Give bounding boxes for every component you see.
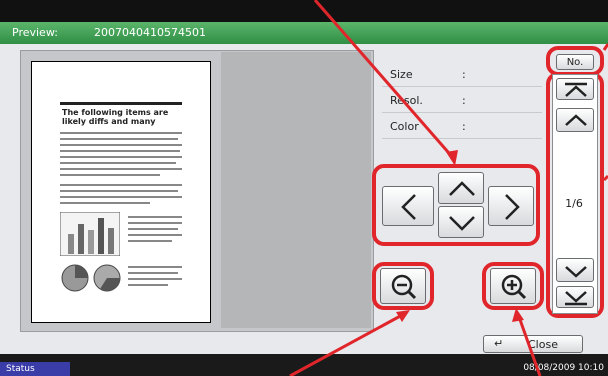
callout-pointer-lines	[289, 0, 608, 376]
